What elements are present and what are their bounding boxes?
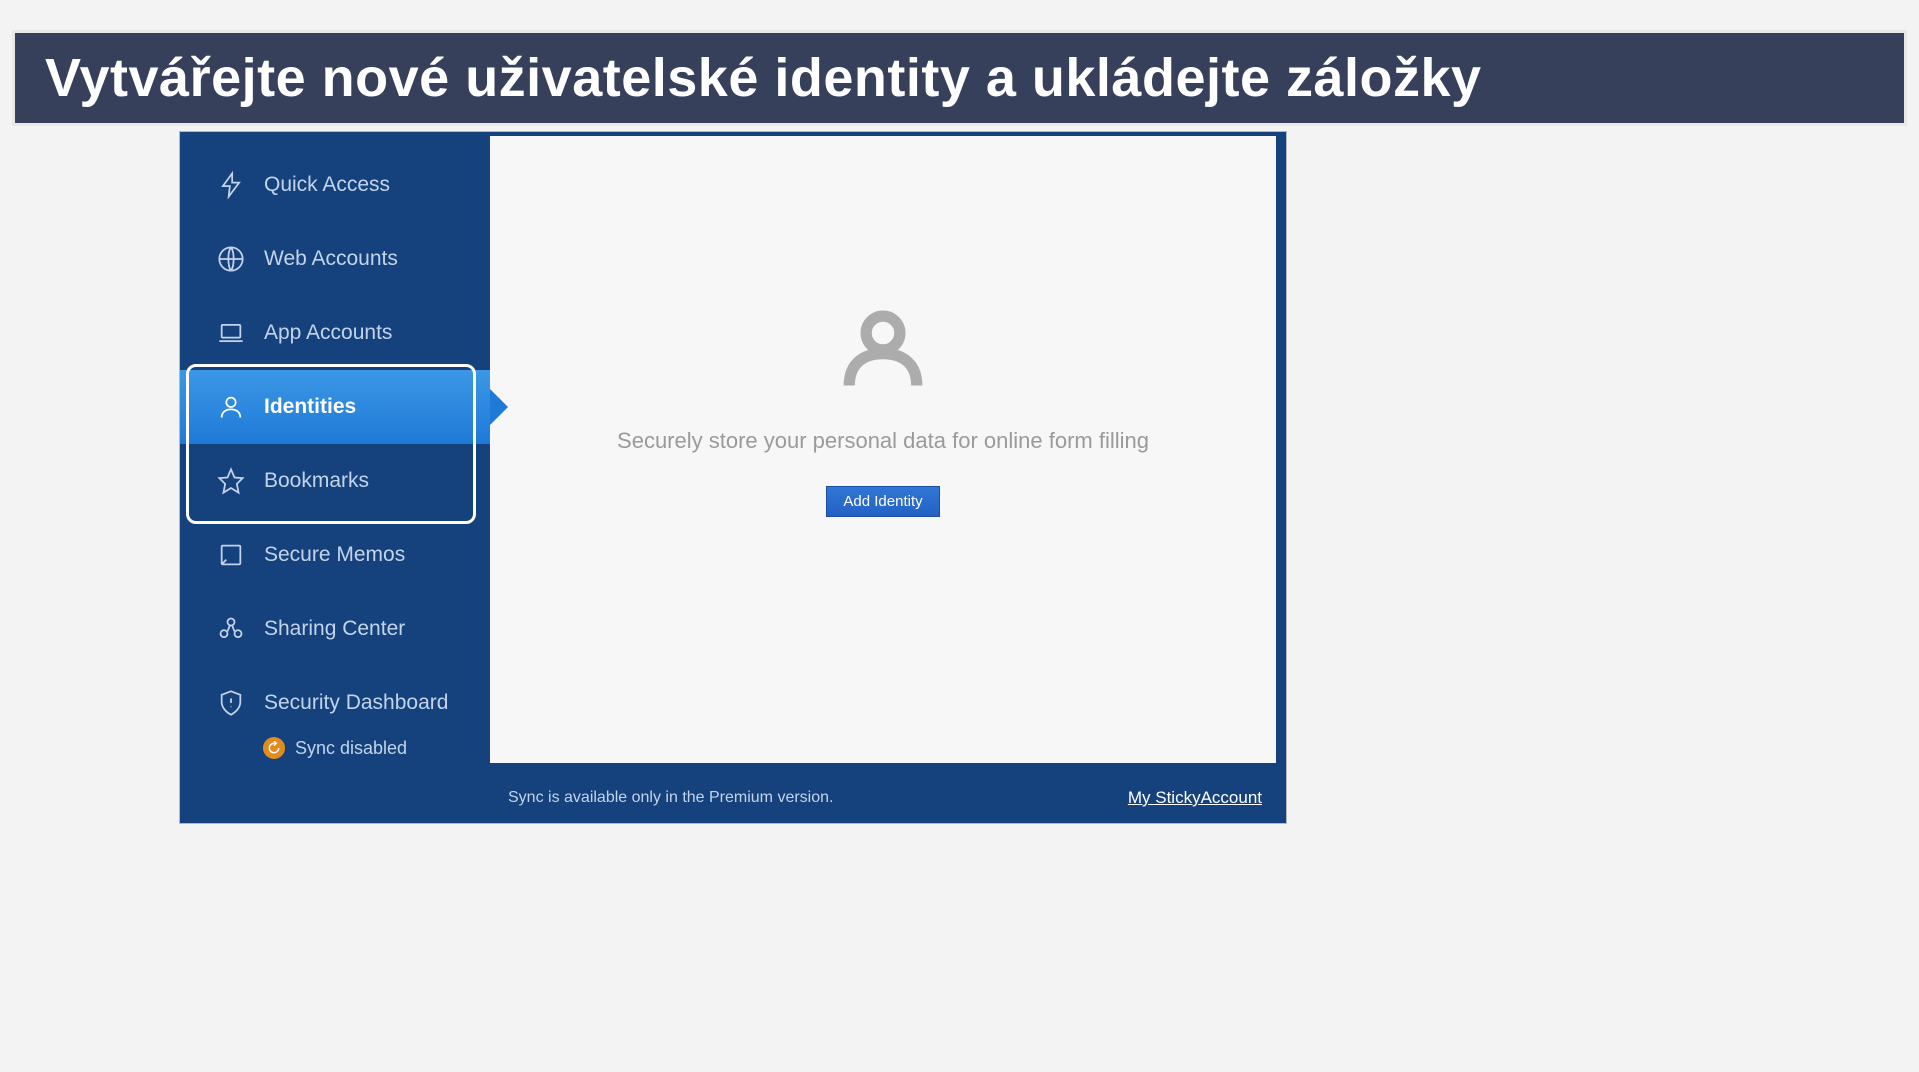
banner-text: Vytvářejte nové uživatelské identity a u…	[45, 47, 1482, 109]
sidebar-item-sharing-center[interactable]: Sharing Center	[180, 592, 490, 666]
shield-icon	[216, 688, 246, 718]
sync-status-text: Sync disabled	[295, 738, 407, 759]
sidebar-item-label: App Accounts	[264, 321, 392, 345]
sidebar-item-label: Secure Memos	[264, 543, 405, 567]
sidebar-item-label: Bookmarks	[264, 469, 369, 493]
sync-icon	[263, 737, 285, 759]
sidebar-item-app-accounts[interactable]: App Accounts	[180, 296, 490, 370]
empty-state: Securely store your personal data for on…	[617, 303, 1149, 517]
lightning-icon	[216, 170, 246, 200]
app-window: Quick Access Web Accounts App Accounts I…	[180, 132, 1286, 823]
sidebar-item-quick-access[interactable]: Quick Access	[180, 148, 490, 222]
sidebar-item-bookmarks[interactable]: Bookmarks	[180, 444, 490, 518]
sidebar: Quick Access Web Accounts App Accounts I…	[180, 132, 490, 773]
footer-message: Sync is available only in the Premium ve…	[508, 789, 833, 807]
sidebar-footer: Sync disabled	[180, 723, 490, 773]
main-content: Securely store your personal data for on…	[490, 136, 1276, 763]
sidebar-item-label: Identities	[264, 395, 356, 419]
sharing-icon	[216, 614, 246, 644]
sidebar-item-label: Sharing Center	[264, 617, 405, 641]
star-icon	[216, 466, 246, 496]
sidebar-item-web-accounts[interactable]: Web Accounts	[180, 222, 490, 296]
sidebar-item-label: Quick Access	[264, 173, 390, 197]
laptop-icon	[216, 318, 246, 348]
sidebar-item-secure-memos[interactable]: Secure Memos	[180, 518, 490, 592]
sidebar-item-identities[interactable]: Identities	[180, 370, 490, 444]
app-body: Quick Access Web Accounts App Accounts I…	[180, 132, 1286, 773]
sidebar-item-label: Web Accounts	[264, 247, 398, 271]
globe-icon	[216, 244, 246, 274]
person-icon	[216, 392, 246, 422]
memo-icon	[216, 540, 246, 570]
person-large-icon	[838, 303, 928, 398]
empty-state-text: Securely store your personal data for on…	[617, 428, 1149, 454]
add-identity-button[interactable]: Add Identity	[826, 486, 939, 517]
sidebar-item-label: Security Dashboard	[264, 691, 448, 715]
banner: Vytvářejte nové uživatelské identity a u…	[12, 30, 1907, 126]
app-footer: Sync is available only in the Premium ve…	[180, 773, 1286, 823]
my-stickyaccount-link[interactable]: My StickyAccount	[1128, 788, 1262, 808]
